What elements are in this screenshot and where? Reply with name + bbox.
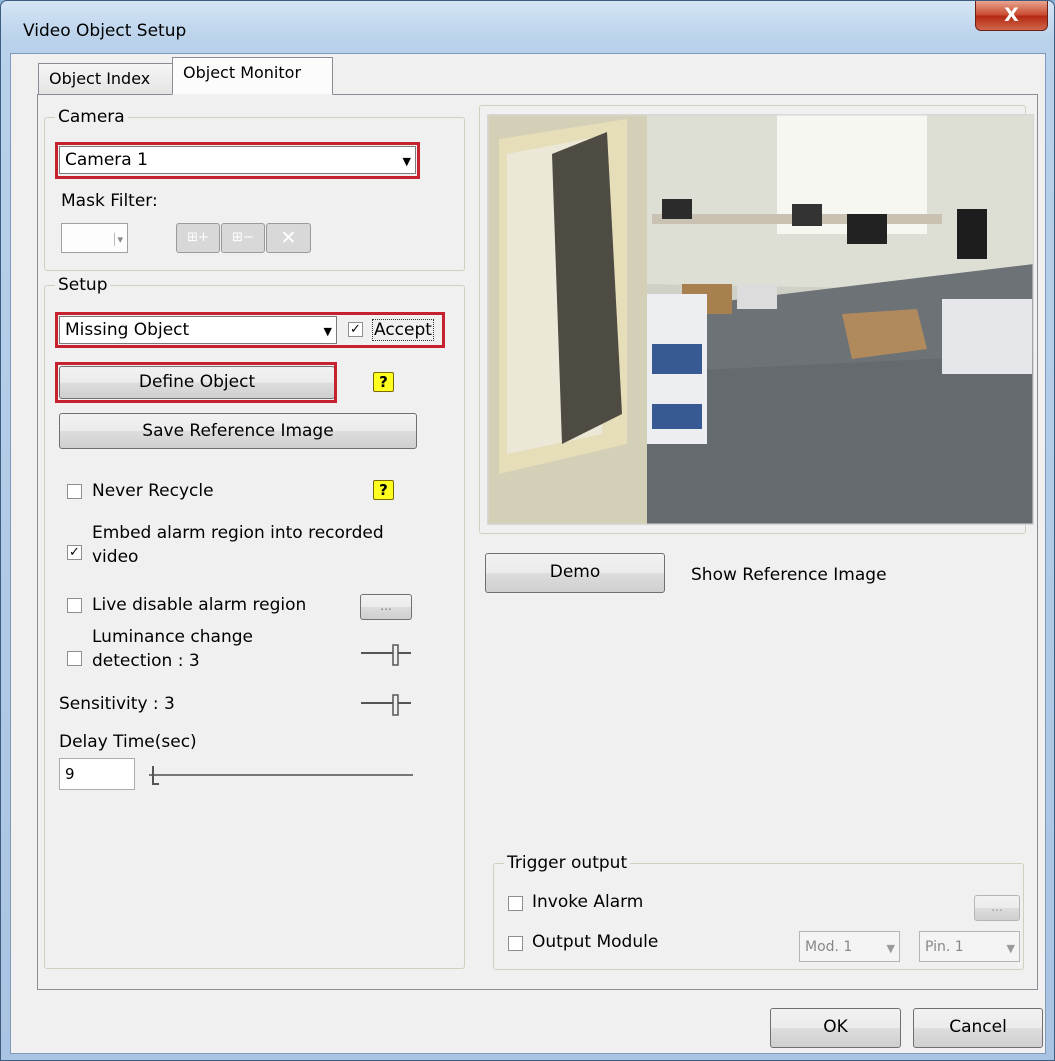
output-module-checkbox[interactable] [508,936,523,951]
tab-object-index[interactable]: Object Index [38,63,173,95]
output-module-label: Output Module [532,932,659,952]
module-select[interactable]: Mod. 1 ▼ [799,931,900,962]
luminance-label-line1: Luminance change [92,627,253,647]
delay-time-slider[interactable] [149,762,413,788]
clear-x-icon: ✕ [280,227,297,249]
embed-alarm-label-line2: video [92,547,139,567]
close-button[interactable]: X [975,1,1048,31]
invoke-alarm-options-button[interactable]: ... [974,895,1020,921]
never-recycle-label: Never Recycle [92,481,214,501]
sensitivity-label: Sensitivity : 3 [59,694,175,714]
ok-label: OK [823,1017,848,1037]
help-icon[interactable]: ? [373,372,394,392]
delay-time-value: 9 [65,765,75,783]
setup-legend: Setup [55,275,111,295]
camera-legend: Camera [55,107,128,127]
trigger-output-legend: Trigger output [504,853,631,873]
live-disable-options-button[interactable]: ... [360,594,412,620]
save-reference-button[interactable]: Save Reference Image [59,413,417,449]
chevron-down-icon: ▼ [886,941,895,955]
tab-object-monitor[interactable]: Object Monitor [172,57,333,95]
ellipsis-label: ... [991,900,1003,914]
mask-add-button[interactable]: ⊞+ [176,223,220,253]
help-icon[interactable]: ? [373,480,394,500]
mask-remove-button[interactable]: ⊞− [221,223,265,253]
tab-label: Object Index [49,69,151,88]
cancel-button[interactable]: Cancel [913,1008,1043,1048]
setup-group: Setup Missing Object ▼ ✓ Accept Define O… [44,275,465,969]
luminance-checkbox[interactable] [67,651,82,666]
object-type-highlight [55,312,445,348]
window-title: Video Object Setup [23,21,187,41]
live-disable-checkbox[interactable] [67,598,82,613]
title-bar[interactable]: Video Object Setup X [1,1,1054,53]
embed-alarm-checkbox[interactable]: ✓ [67,545,82,560]
close-icon: X [1004,4,1019,26]
ellipsis-label: ... [380,599,392,613]
embed-alarm-label-line1: Embed alarm region into recorded [92,523,384,543]
camera-preview-image [487,114,1034,525]
never-recycle-checkbox[interactable] [67,484,82,499]
luminance-label-line2: detection : 3 [92,651,200,671]
delay-time-input[interactable]: 9 [59,758,135,790]
pin-select[interactable]: Pin. 1 ▼ [919,931,1020,962]
grid-plus-icon: ⊞+ [187,230,209,245]
camera-group: Camera Camera 1 ▼ Mask Filter: ▾ ⊞+ ⊞− ✕ [44,107,465,271]
chevron-down-icon: ▾ [114,232,123,246]
delay-time-label: Delay Time(sec) [59,732,197,752]
tab-label: Object Monitor [183,63,302,82]
chevron-down-icon: ▼ [1006,941,1015,955]
invoke-alarm-label: Invoke Alarm [532,892,644,912]
mask-clear-button[interactable]: ✕ [266,223,311,253]
mask-filter-select[interactable]: ▾ [61,223,128,253]
trigger-output-group: Trigger output Invoke Alarm ... Output M… [493,853,1024,970]
grid-minus-icon: ⊞− [232,230,254,245]
sensitivity-slider[interactable] [361,692,411,718]
luminance-slider[interactable] [361,642,411,668]
dialog-window: Video Object Setup X Object Index Object… [0,0,1055,1061]
save-reference-label: Save Reference Image [142,421,334,441]
live-disable-label: Live disable alarm region [92,595,307,615]
invoke-alarm-checkbox[interactable] [508,896,523,911]
pin-select-value: Pin. 1 [925,938,964,955]
dialog-client: Object Index Object Monitor Camera Camer… [10,53,1046,1054]
camera-highlight [55,142,420,179]
module-select-value: Mod. 1 [805,938,853,955]
mask-filter-label: Mask Filter: [61,191,158,211]
preview-group [479,105,1034,534]
demo-label: Demo [549,562,601,582]
show-reference-image-link[interactable]: Show Reference Image [691,565,887,585]
ok-button[interactable]: OK [770,1008,901,1048]
tab-panel-object-monitor: Camera Camera 1 ▼ Mask Filter: ▾ ⊞+ ⊞− ✕… [37,94,1038,990]
define-object-highlight [55,362,337,403]
cancel-label: Cancel [949,1017,1007,1037]
demo-button[interactable]: Demo [485,553,665,593]
